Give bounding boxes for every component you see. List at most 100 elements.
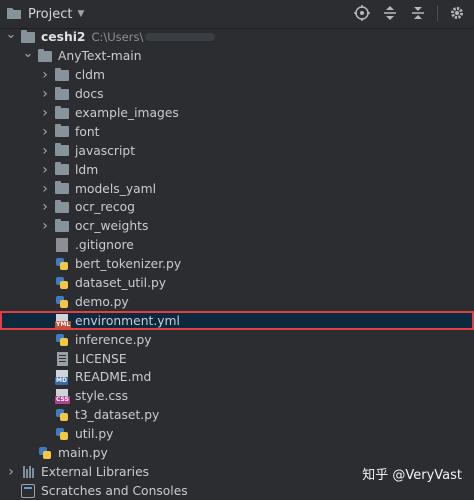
- crosshair-icon[interactable]: [353, 4, 371, 22]
- tree-row-folder-cldm[interactable]: › cldm: [0, 66, 474, 85]
- scratches-icon: [20, 483, 36, 499]
- folder-icon: [37, 48, 53, 64]
- folder-icon: [54, 143, 70, 159]
- tree-row-file-inference[interactable]: inference.py: [0, 330, 474, 349]
- python-file-icon: [37, 445, 53, 461]
- project-view-title[interactable]: Project: [28, 7, 72, 22]
- tree-item-label: example_images: [75, 106, 179, 120]
- chevron-right-icon[interactable]: ›: [38, 181, 52, 197]
- tree-row-file-main[interactable]: main.py: [0, 444, 474, 463]
- tree-item-label: .gitignore: [75, 238, 134, 253]
- python-file-icon: [54, 275, 70, 291]
- tree-item-label: cldm: [75, 68, 105, 83]
- chevron-right-icon[interactable]: ›: [38, 67, 52, 83]
- folder-icon: [54, 105, 70, 121]
- tree-row-folder-font[interactable]: › font: [0, 122, 474, 141]
- watermark: 知乎 @VeryVast: [362, 468, 462, 483]
- tree-item-label: inference.py: [75, 332, 152, 347]
- tree-row-folder-docs[interactable]: › docs: [0, 85, 474, 104]
- tree-item-label: t3_dataset.py: [75, 408, 160, 423]
- folder-icon: [54, 199, 70, 215]
- tree-row-file-t3-dataset[interactable]: t3_dataset.py: [0, 406, 474, 425]
- tree-item-label: ceshi2: [41, 30, 86, 45]
- tree-row-root-ceshi2[interactable]: ⌄ ceshi2 C:\Users\: [0, 27, 474, 47]
- tree-item-label: bert_tokenizer.py: [75, 257, 182, 272]
- header-toolbar: [353, 4, 466, 22]
- tree-row-folder-models-yaml[interactable]: › models_yaml: [0, 179, 474, 198]
- chevron-right-icon[interactable]: ›: [4, 464, 18, 480]
- gitignore-file-icon: [54, 237, 70, 253]
- tree-row-file-readme[interactable]: MD README.md: [0, 368, 474, 387]
- chevron-right-icon[interactable]: ›: [38, 105, 52, 121]
- tree-row-folder-javascript[interactable]: › javascript: [0, 141, 474, 160]
- folder-icon: [54, 124, 70, 140]
- yml-file-icon: YML: [54, 313, 72, 329]
- tree-item-label: javascript: [75, 143, 136, 158]
- tree-item-label: models_yaml: [75, 181, 157, 196]
- tree-item-label: dataset_util.py: [75, 276, 167, 291]
- tree-item-label: ocr_recog: [75, 200, 135, 215]
- tree-row-file-environment-yml[interactable]: YML environment.yml: [0, 311, 474, 331]
- toolbar-divider: [437, 5, 438, 21]
- md-file-icon: MD: [54, 369, 70, 386]
- chevron-down-icon[interactable]: ▼: [77, 9, 84, 19]
- tree-row-folder-example-images[interactable]: › example_images: [0, 104, 474, 123]
- chevron-right-icon[interactable]: ›: [38, 199, 52, 215]
- chevron-right-icon[interactable]: ›: [38, 162, 52, 178]
- chevron-right-icon[interactable]: ›: [38, 218, 52, 234]
- tree-row-anytext-main[interactable]: ⌄ AnyText-main: [0, 46, 474, 66]
- expand-all-icon[interactable]: [381, 4, 399, 22]
- tree-row-folder-ocr-weights[interactable]: › ocr_weights: [0, 217, 474, 236]
- folder-icon: [20, 29, 36, 45]
- tree-row-file-bert-tokenizer[interactable]: bert_tokenizer.py: [0, 255, 474, 274]
- chevron-right-icon[interactable]: ›: [38, 124, 52, 140]
- tree-item-label: Scratches and Consoles: [41, 483, 188, 498]
- python-file-icon: [54, 407, 70, 423]
- tree-row-file-demo[interactable]: demo.py: [0, 292, 474, 311]
- tree-item-label: ldm: [75, 162, 99, 177]
- folder-icon: [54, 67, 70, 83]
- tree-row-file-style-css[interactable]: CSS style.css: [0, 387, 474, 406]
- redacted-path: [145, 33, 216, 42]
- settings-icon[interactable]: [448, 4, 466, 22]
- tree-item-label: LICENSE: [75, 351, 127, 366]
- folder-icon: [54, 218, 70, 234]
- project-tree: ⌄ ceshi2 C:\Users\ ⌄ AnyText-main › cldm › docs ›…: [0, 27, 474, 500]
- tree-row-scratches-and-consoles[interactable]: Scratches and Consoles: [0, 481, 474, 500]
- tree-item-label: environment.yml: [75, 313, 180, 328]
- tree-item-label: demo.py: [75, 294, 129, 309]
- css-file-icon: CSS: [54, 388, 70, 405]
- chevron-right-icon[interactable]: ›: [38, 86, 52, 102]
- tree-row-file-gitignore[interactable]: .gitignore: [0, 236, 474, 255]
- text-file-icon: [54, 351, 70, 367]
- folder-icon: [54, 181, 70, 197]
- tree-row-file-license[interactable]: LICENSE: [0, 349, 474, 368]
- project-folder-icon: [6, 6, 22, 23]
- chevron-right-icon[interactable]: ›: [38, 143, 52, 159]
- tree-row-file-dataset-util[interactable]: dataset_util.py: [0, 274, 474, 293]
- tree-row-folder-ocr-recog[interactable]: › ocr_recog: [0, 198, 474, 217]
- tree-row-folder-ldm[interactable]: › ldm: [0, 160, 474, 179]
- folder-icon: [54, 162, 70, 178]
- tree-item-label: ocr_weights: [75, 219, 149, 234]
- python-file-icon: [54, 256, 70, 272]
- project-path: C:\Users\: [91, 30, 144, 45]
- tree-item-label: AnyText-main: [58, 49, 142, 64]
- chevron-down-icon[interactable]: ⌄: [4, 27, 18, 42]
- tree-row-file-util[interactable]: util.py: [0, 425, 474, 444]
- collapse-all-icon[interactable]: [409, 4, 427, 22]
- chevron-down-icon[interactable]: ⌄: [21, 46, 35, 61]
- tree-item-label: font: [75, 124, 100, 139]
- tree-item-label: docs: [75, 87, 104, 102]
